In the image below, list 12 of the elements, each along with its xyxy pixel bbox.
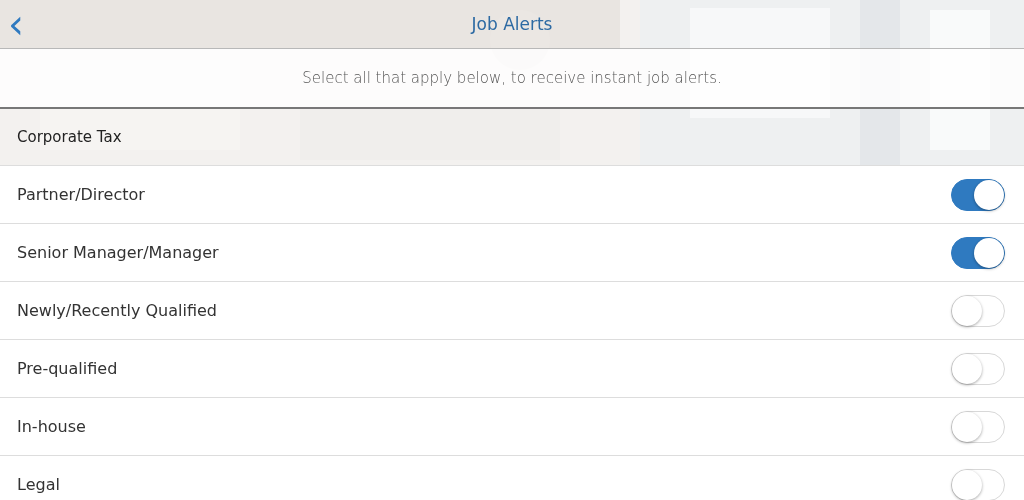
toggle-switch[interactable] bbox=[951, 236, 1005, 269]
toggle-switch[interactable] bbox=[951, 178, 1005, 211]
option-label: Pre-qualified bbox=[17, 359, 118, 378]
option-label: Senior Manager/Manager bbox=[17, 243, 219, 262]
option-label: Newly/Recently Qualified bbox=[17, 301, 217, 320]
option-label: Legal bbox=[17, 475, 60, 494]
option-label: Partner/Director bbox=[17, 185, 145, 204]
page-title: Job Alerts bbox=[471, 14, 553, 34]
section-title: Corporate Tax bbox=[17, 128, 122, 146]
back-button[interactable]: ‹ bbox=[4, 4, 28, 44]
instruction-text: Select all that apply below, to receive instant job alerts. bbox=[302, 69, 722, 87]
option-label: In-house bbox=[17, 417, 86, 436]
